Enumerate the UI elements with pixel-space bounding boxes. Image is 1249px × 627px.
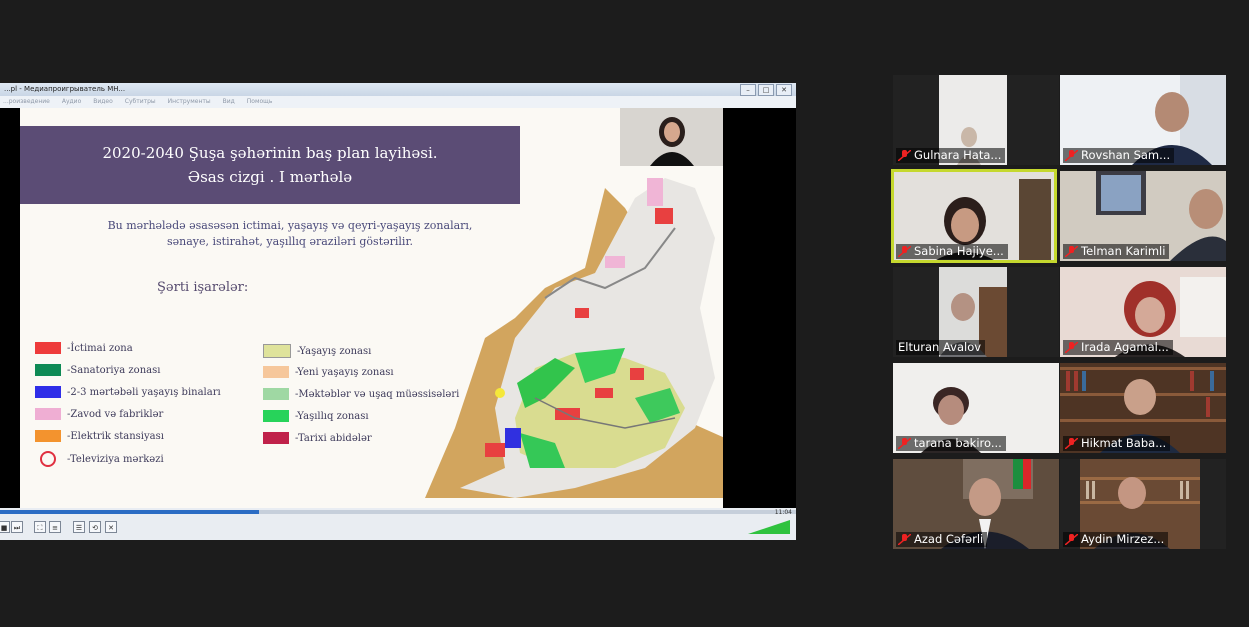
next-icon[interactable]: ⏭ <box>11 521 23 533</box>
muted-mic-icon <box>898 438 911 449</box>
legend-swatch <box>35 430 61 442</box>
shared-screen: ...pl - Медиапроигрыватель MH... – □ ✕ .… <box>0 83 796 540</box>
legend-item: -Zavod və fabriklər <box>35 408 163 420</box>
legend-swatch <box>35 342 61 354</box>
seek-bar-fill <box>0 510 259 514</box>
close-button[interactable]: ✕ <box>776 84 792 96</box>
participant-name-label: Azad Cəfərli <box>896 532 988 547</box>
menu-subtitles[interactable]: Субтитры <box>125 96 156 108</box>
participant-name-label: Irada Agamal... <box>1063 340 1173 355</box>
legend-swatch <box>263 366 289 378</box>
legend-swatch <box>35 386 61 398</box>
city-plan-map <box>425 178 723 498</box>
tv-center-circle-icon <box>40 451 56 467</box>
legend-item: -Elektrik stansiyası <box>35 430 164 442</box>
participant-tile[interactable]: Azad Cəfərli <box>893 459 1059 549</box>
legend-swatch <box>263 432 289 444</box>
playlist-icon[interactable]: ☰ <box>73 521 85 533</box>
legend-swatch <box>263 410 289 422</box>
video-letterbox-right <box>723 108 796 508</box>
muted-mic-icon <box>1065 342 1078 353</box>
muted-mic-icon <box>898 150 911 161</box>
menu-help[interactable]: Помощь <box>247 96 273 108</box>
participant-name-label: Rovshan Sam... <box>1063 148 1175 163</box>
legend-item: -Yaşıllıq zonası <box>263 410 369 422</box>
loop-icon[interactable]: ⟲ <box>89 521 101 533</box>
player-menu-bar: ...роизведение Аудио Видео Субтитры Инст… <box>0 96 796 108</box>
legend-item: -2-3 mərtəbəli yaşayış binaları <box>35 386 221 398</box>
muted-mic-icon <box>1065 534 1078 545</box>
participant-tile[interactable]: Hikmat Baba... <box>1060 363 1226 453</box>
participant-name-label: Sabina Hajiye... <box>896 244 1008 259</box>
fullscreen-icon[interactable]: ⛶ <box>34 521 46 533</box>
player-title-bar: ...pl - Медиапроигрыватель MH... – □ ✕ <box>0 83 796 96</box>
video-letterbox-left <box>0 108 20 508</box>
stop-icon[interactable]: ■ <box>0 521 10 533</box>
legend-swatch <box>263 388 289 400</box>
participant-tile-active-speaker[interactable]: Sabina Hajiye... <box>891 169 1057 263</box>
maximize-button[interactable]: □ <box>758 84 774 96</box>
legend-swatch <box>35 408 61 420</box>
shuffle-icon[interactable]: ✕ <box>105 521 117 533</box>
participant-tile[interactable]: Telman Karimli <box>1060 171 1226 261</box>
muted-mic-icon <box>1065 438 1078 449</box>
participant-name-label: tarana bakiro... <box>896 436 1006 451</box>
participant-tile[interactable]: tarana bakiro... <box>893 363 1059 453</box>
player-title: ...pl - Медиапроигрыватель MH... <box>4 85 126 93</box>
participant-name-label: Aydin Mirzez... <box>1063 532 1169 547</box>
muted-mic-icon <box>1065 150 1078 161</box>
legend-item: -Tarixi abidələr <box>263 432 372 444</box>
participant-tile[interactable]: Gulnara Hata... <box>893 75 1059 165</box>
presentation-slide: 2020-2040 Şuşa şəhərinin baş plan layihə… <box>20 108 723 508</box>
extended-settings-icon[interactable]: ≡ <box>49 521 61 533</box>
participant-name-label: Elturan Avalov <box>896 340 986 355</box>
volume-slider[interactable] <box>748 520 790 534</box>
seek-bar[interactable] <box>0 510 796 514</box>
participant-name-label: Telman Karimli <box>1063 244 1170 259</box>
menu-tools[interactable]: Инструменты <box>168 96 211 108</box>
legend-swatch <box>263 344 291 358</box>
minimize-button[interactable]: – <box>740 84 756 96</box>
playback-time: 11:04 <box>774 509 792 516</box>
player-controls: 11:04 ■ ⏭ ⛶ ≡ ☰ ⟲ ✕ <box>0 508 796 540</box>
participant-tile[interactable]: Rovshan Sam... <box>1060 75 1226 165</box>
participant-tile[interactable]: Irada Agamal... <box>1060 267 1226 357</box>
menu-media[interactable]: ...роизведение <box>3 96 50 108</box>
participant-name-label: Hikmat Baba... <box>1063 436 1171 451</box>
participant-tile[interactable]: Elturan Avalov <box>893 267 1059 357</box>
slide-title-line1: 2020-2040 Şuşa şəhərinin baş plan layihə… <box>102 144 438 162</box>
legend-title: Şərti işarələr: <box>157 280 249 295</box>
legend-item: -Yaşayış zonası <box>263 344 371 358</box>
legend-item: -İctimai zona <box>35 342 133 354</box>
muted-mic-icon <box>898 534 911 545</box>
participant-tile[interactable]: Aydin Mirzez... <box>1060 459 1226 549</box>
menu-view[interactable]: Вид <box>223 96 235 108</box>
presenter-camera-thumbnail <box>620 108 723 166</box>
muted-mic-icon <box>898 246 911 257</box>
participant-name-label: Gulnara Hata... <box>896 148 1006 163</box>
legend-item: -Yeni yaşayış zonası <box>263 366 394 378</box>
menu-video[interactable]: Видео <box>93 96 113 108</box>
legend-item: -Televiziya mərkəzi <box>35 451 164 467</box>
muted-mic-icon <box>1065 246 1078 257</box>
presenter-avatar <box>620 108 723 166</box>
menu-audio[interactable]: Аудио <box>62 96 81 108</box>
legend-swatch <box>35 364 61 376</box>
legend-item: -Sanatoriya zonası <box>35 364 160 376</box>
